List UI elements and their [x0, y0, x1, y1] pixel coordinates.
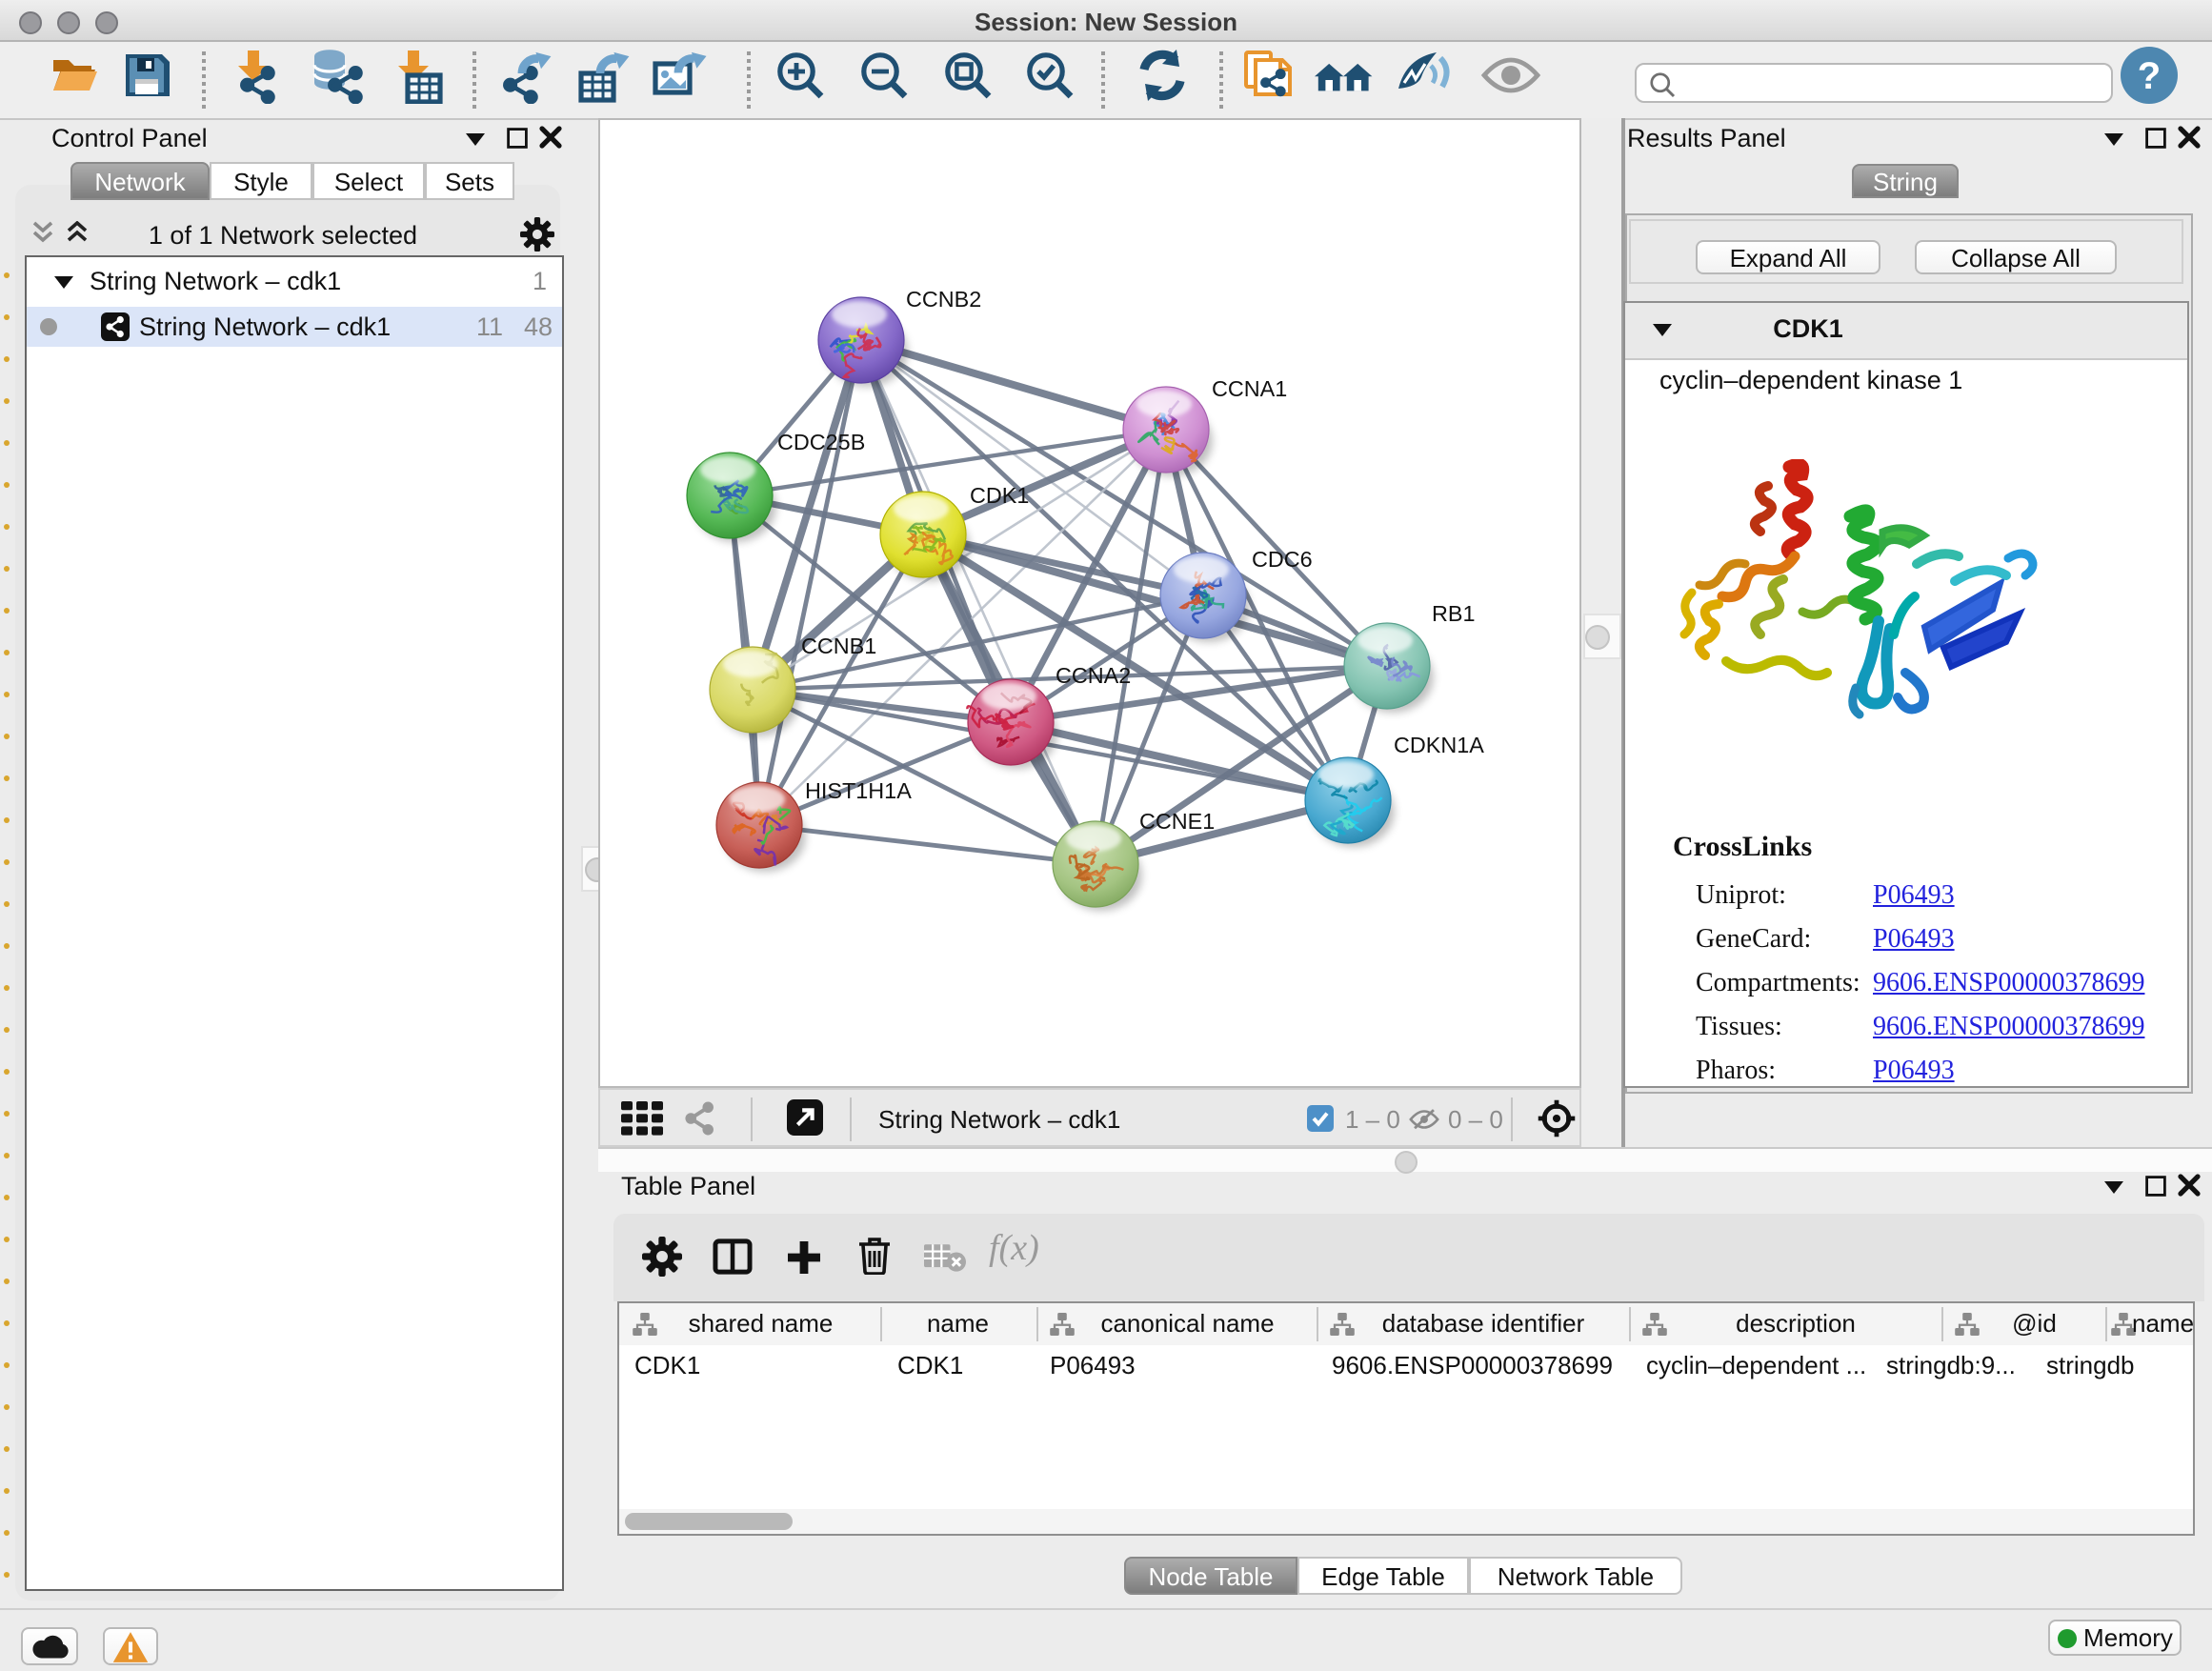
svg-text:CCNE1: CCNE1: [1139, 809, 1215, 834]
svg-text:CCNB2: CCNB2: [906, 287, 981, 312]
svg-text:CDKN1A: CDKN1A: [1394, 733, 1484, 757]
svg-text:CDK1: CDK1: [970, 483, 1029, 508]
svg-text:CCNB1: CCNB1: [801, 634, 876, 658]
svg-text:CCNA2: CCNA2: [1056, 663, 1131, 688]
svg-text:RB1: RB1: [1432, 601, 1476, 626]
svg-text:?: ?: [2138, 54, 2161, 96]
svg-text:CDC25B: CDC25B: [777, 430, 865, 454]
svg-text:CCNA1: CCNA1: [1212, 376, 1287, 401]
svg-text:CDC6: CDC6: [1252, 547, 1313, 572]
svg-text:HIST1H1A: HIST1H1A: [805, 778, 912, 803]
